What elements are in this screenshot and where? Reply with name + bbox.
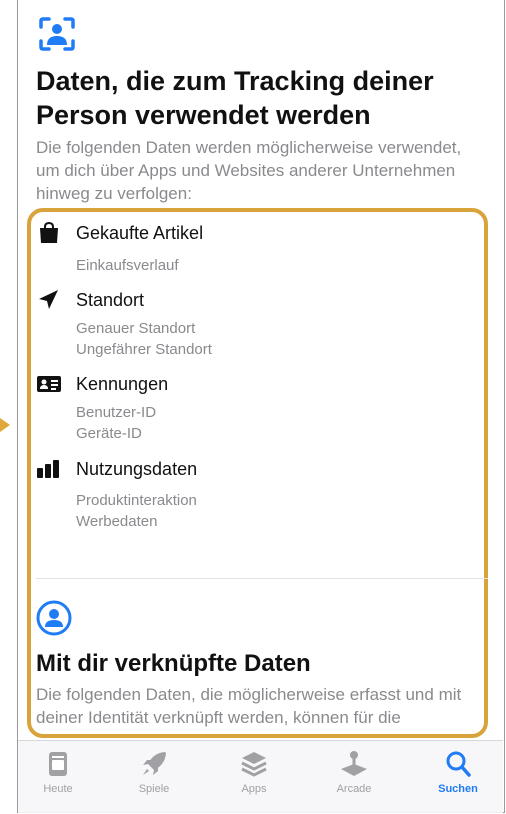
- tab-today[interactable]: Heute: [18, 749, 98, 805]
- category-label: Kennungen: [76, 374, 169, 394]
- tab-apps[interactable]: Apps: [214, 749, 294, 805]
- section-divider: [36, 578, 488, 579]
- linked-data-title: Mit dir verknüpfte Daten: [36, 650, 311, 677]
- today-icon: [49, 752, 67, 776]
- tab-label: Suchen: [438, 783, 478, 795]
- joystick-icon: [341, 751, 367, 776]
- tab-games[interactable]: Spiele: [114, 749, 194, 805]
- id-card-icon: [37, 376, 61, 392]
- category-label: Nutzungsdaten: [76, 459, 198, 479]
- bag-icon: [40, 222, 58, 243]
- category-item: Geräte-ID: [76, 425, 142, 442]
- rocket-icon: [143, 752, 166, 775]
- tab-bar: Heute Spiele Apps Arcade Suchen: [18, 740, 503, 813]
- category-item: Benutzer-ID: [76, 404, 157, 421]
- apps-stack-icon: [241, 752, 267, 777]
- annotation-arrow: [0, 418, 10, 432]
- location-arrow-icon: [39, 290, 58, 309]
- tab-label: Apps: [241, 783, 267, 795]
- category-label: Gekaufte Artikel: [76, 223, 204, 243]
- tab-label: Arcade: [336, 783, 372, 795]
- category-item: Genauer Standort: [76, 320, 196, 337]
- category-item: Ungefährer Standort: [76, 341, 212, 358]
- search-icon: [446, 751, 471, 777]
- category-item: Werbedaten: [76, 513, 158, 530]
- bar-chart-icon: [37, 460, 59, 478]
- tab-search[interactable]: Suchen: [418, 749, 498, 805]
- tab-label: Heute: [43, 783, 73, 795]
- tab-label: Spiele: [138, 783, 170, 795]
- tab-arcade[interactable]: Arcade: [314, 749, 394, 805]
- category-item: Produktinteraktion: [76, 492, 197, 509]
- category-item: Einkaufsverlauf: [76, 257, 179, 274]
- linked-data-description: Die folgenden Daten, die möglicherweise …: [36, 685, 462, 727]
- tracking-title: Daten, die zum Tracking deiner Person ve…: [36, 66, 434, 130]
- category-label: Standort: [76, 290, 145, 310]
- person-circle-icon: [36, 600, 72, 636]
- person-tracking-icon: [39, 17, 75, 51]
- tracking-description: Die folgenden Daten werden möglicherweis…: [36, 138, 462, 203]
